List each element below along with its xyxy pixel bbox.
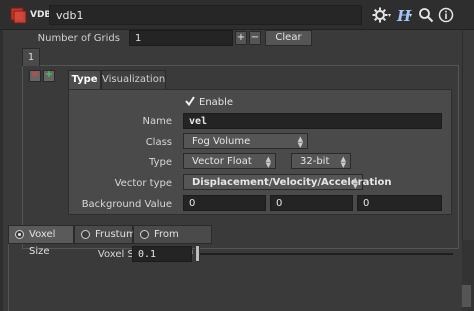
background-value-x-field[interactable]: 0 (183, 195, 266, 211)
class-dropdown[interactable]: Fog Volume ▲ ▼ (183, 133, 308, 149)
enable-checkbox[interactable] (185, 96, 195, 106)
node-header: VDB vdb1 ▾ H ▾ (0, 0, 474, 30)
gear-dropdown-icon[interactable]: ▾ (388, 12, 394, 19)
search-icon[interactable] (418, 7, 434, 23)
background-value-y-field[interactable]: 0 (270, 195, 353, 211)
clear-button[interactable]: Clear (265, 30, 312, 46)
scrollbar-thumb[interactable] (462, 285, 471, 307)
voxel-size-slider-track[interactable] (197, 253, 453, 255)
name-label: Name (142, 116, 172, 127)
radio-unselected-icon (140, 230, 149, 239)
remove-grid-button[interactable]: − (249, 31, 261, 45)
type-value: Vector Float (192, 156, 252, 167)
add-grid-button[interactable]: + (235, 31, 247, 45)
add-instance-icon: + (44, 69, 54, 80)
dropdown-arrows-icon: ▲ ▼ (340, 155, 346, 169)
number-of-grids-field[interactable]: 1 (129, 30, 233, 46)
number-of-grids-label: Number of Grids (37, 33, 120, 44)
vector-type-value: Displacement/Velocity/Acceleration (192, 177, 392, 188)
type-dropdown[interactable]: Vector Float ▲ ▼ (183, 153, 276, 169)
voxel-size-value: 0.1 (138, 249, 157, 260)
remove-instance-button[interactable]: × (29, 69, 41, 82)
tab-type[interactable]: Type (68, 70, 101, 89)
dropdown-arrows-icon: ▲ ▼ (265, 155, 271, 169)
voxel-size-slider-handle[interactable] (195, 245, 200, 262)
voxel-size-radio[interactable]: Voxel Size (8, 225, 74, 257)
add-instance-button[interactable]: + (43, 69, 55, 82)
radio-selected-icon (15, 230, 24, 239)
background-value-label: Background Value (81, 199, 172, 210)
name-field[interactable]: vel (183, 113, 442, 129)
frustum-radio-label: Frustum (95, 229, 136, 240)
dropdown-arrows-icon: ▲ ▼ (297, 135, 303, 149)
precision-value: 32-bit (300, 156, 330, 167)
radio-unselected-icon (81, 230, 90, 239)
enable-label: Enable (199, 97, 234, 108)
class-value: Fog Volume (192, 136, 251, 147)
node-name-field[interactable]: vdb1 (49, 5, 362, 25)
help-dropdown-icon[interactable]: ▾ (409, 12, 415, 19)
dropdown-arrows-icon: ▲ ▼ (352, 176, 358, 190)
background-value-z-field[interactable]: 0 (357, 195, 442, 211)
node-name-value: vdb1 (56, 9, 84, 22)
vector-type-dropdown[interactable]: Displacement/Velocity/Acceleration ▲ ▼ (183, 174, 392, 190)
from-camera-radio[interactable]: From Camera (133, 225, 212, 257)
class-label: Class (145, 137, 172, 148)
info-icon[interactable] (438, 7, 454, 23)
remove-instance-icon: × (30, 69, 40, 80)
vector-type-label: Vector type (114, 178, 172, 189)
precision-dropdown[interactable]: 32-bit ▲ ▼ (291, 153, 351, 169)
number-of-grids-value: 1 (135, 33, 142, 44)
vdb-node-icon (10, 7, 27, 24)
voxel-size-field[interactable]: 0.1 (132, 246, 192, 262)
tab-visualization[interactable]: Visualization (101, 70, 166, 89)
frustum-radio[interactable]: Frustum (74, 225, 136, 244)
grid-instance-tab[interactable]: 1 (22, 48, 40, 66)
left-edge (0, 30, 3, 311)
scrollbar-upper (462, 30, 474, 240)
type-label: Type (149, 157, 172, 168)
gear-icon[interactable] (372, 7, 388, 23)
